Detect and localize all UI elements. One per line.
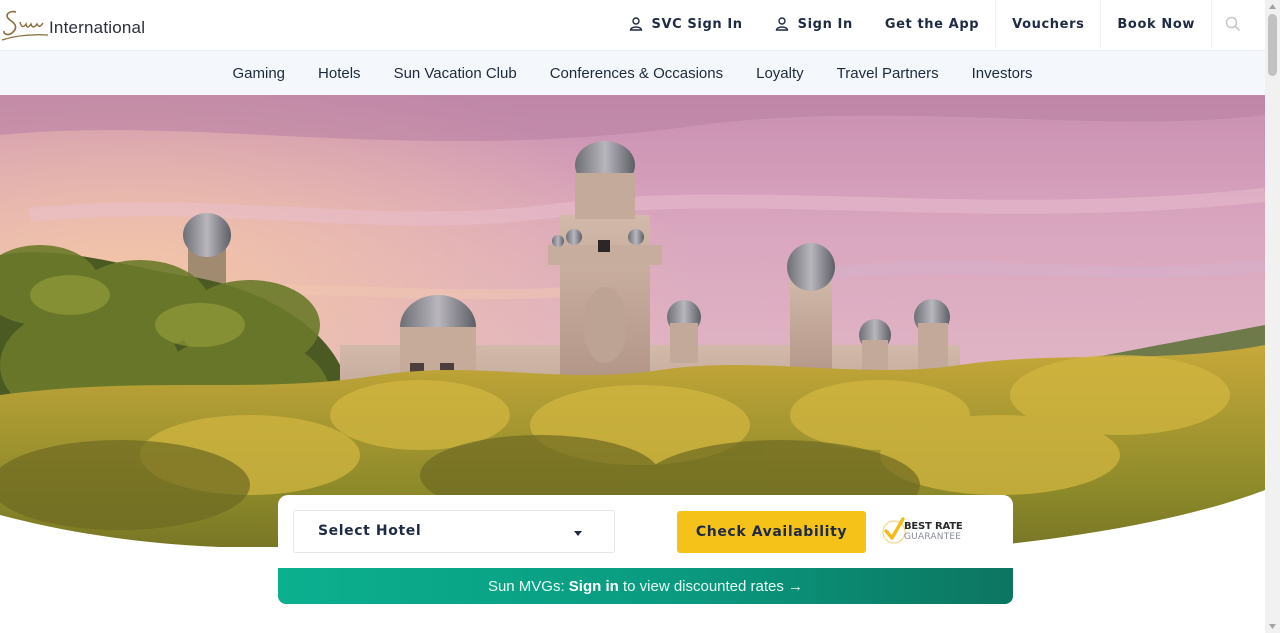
mvg-sign-in-link[interactable]: Sign in [569, 578, 619, 595]
booking-bar: Select Hotel Check Availability BEST RAT… [278, 495, 1013, 568]
vouchers-label: Vouchers [1012, 16, 1085, 32]
book-now-link[interactable]: Book Now [1100, 0, 1211, 48]
nav-item-sun-vacation-club[interactable]: Sun Vacation Club [377, 65, 533, 82]
site-logo[interactable]: International [0, 6, 170, 44]
user-icon [629, 17, 642, 31]
svc-sign-in-label: SVC Sign In [651, 16, 743, 32]
mvg-suffix-text: to view discounted rates → [618, 577, 804, 595]
search-icon [1225, 16, 1240, 32]
scrollbar-thumb[interactable] [1268, 14, 1277, 76]
get-the-app-label: Get the App [884, 16, 980, 32]
mvg-prefix-text: Sun MVGs: [487, 577, 569, 595]
nav-item-investors[interactable]: Investors [955, 65, 1049, 82]
guarantee-text: GUARANTEE [904, 532, 962, 542]
main-nav: Gaming Hotels Sun Vacation Club Conferen… [0, 50, 1265, 95]
check-availability-button[interactable]: Check Availability [677, 511, 866, 553]
scroll-down-arrow-icon[interactable] [1268, 622, 1277, 630]
search-button[interactable] [1211, 0, 1253, 48]
nav-item-conferences[interactable]: Conferences & Occasions [533, 65, 739, 82]
best-rate-text: BEST RATE [904, 521, 963, 532]
mvg-sign-in-banner[interactable]: Sun MVGs: Sign in to view discounted rat… [278, 568, 1013, 604]
svc-sign-in-link[interactable]: SVC Sign In [613, 0, 759, 48]
page-scrollbar[interactable] [1265, 0, 1280, 633]
nav-item-hotels[interactable]: Hotels [302, 65, 378, 82]
vouchers-link[interactable]: Vouchers [995, 0, 1100, 48]
scroll-up-arrow-icon[interactable] [1268, 3, 1277, 11]
top-bar: International SVC Sign In Sign In Get th… [0, 0, 1265, 50]
nav-item-gaming[interactable]: Gaming [216, 65, 302, 82]
select-hotel-dropdown[interactable]: Select Hotel [293, 510, 615, 553]
chevron-down-icon [574, 531, 582, 536]
brand-wordmark: International [49, 18, 146, 37]
get-the-app-link[interactable]: Get the App [869, 0, 995, 48]
nav-item-loyalty[interactable]: Loyalty [740, 65, 821, 82]
nav-item-travel-partners[interactable]: Travel Partners [820, 65, 955, 82]
book-now-label: Book Now [1117, 16, 1195, 32]
top-links: SVC Sign In Sign In Get the App Vouchers… [613, 0, 1253, 48]
best-rate-guarantee-badge: BEST RATE GUARANTEE [881, 513, 981, 549]
sign-in-label: Sign In [797, 16, 853, 32]
user-icon [775, 17, 788, 31]
select-hotel-label: Select Hotel [318, 523, 422, 539]
sign-in-link[interactable]: Sign In [759, 0, 869, 48]
